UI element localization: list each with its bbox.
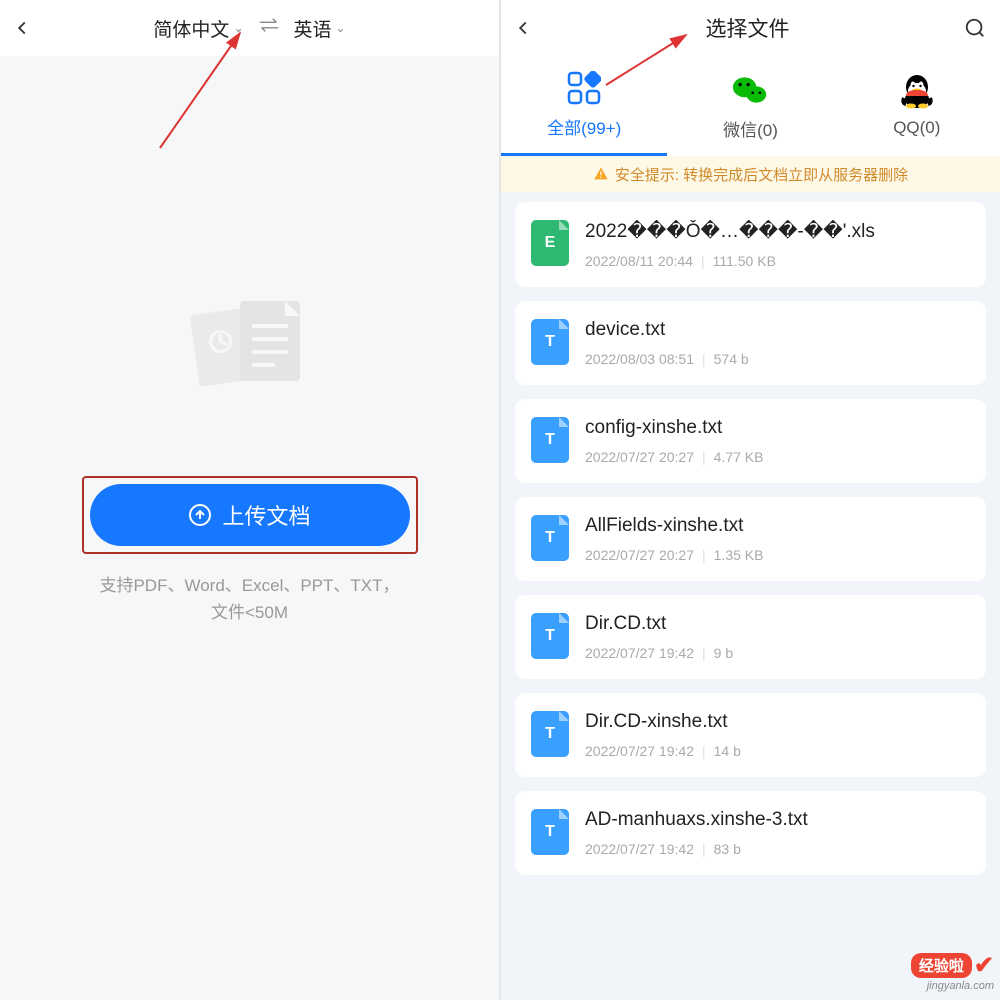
- file-item[interactable]: Tdevice.txt 2022/08/03 08:51 | 574 b: [515, 301, 986, 385]
- file-name: AD-manhuaxs.xinshe-3.txt: [585, 809, 970, 831]
- file-type-icon: T: [531, 417, 569, 463]
- file-type-icon: T: [531, 711, 569, 757]
- wechat-icon: [732, 72, 768, 108]
- file-date: 2022/07/27 19:42: [585, 841, 694, 857]
- file-name: config-xinshe.txt: [585, 417, 970, 439]
- file-item[interactable]: T Dir.CD.txt 2022/07/27 19:42 | 9 b: [515, 595, 986, 679]
- file-date: 2022/08/03 08:51: [585, 351, 694, 367]
- file-info: device.txt 2022/08/03 08:51 | 574 b: [585, 319, 970, 367]
- topbar-left: 简体中文 ⌄ 英语 ⌄: [0, 0, 499, 56]
- file-size: 111.50 KB: [713, 253, 776, 269]
- file-name: 2022���Ǒ�…���-��'.xls: [585, 220, 970, 243]
- file-date: 2022/07/27 20:27: [585, 547, 694, 563]
- file-meta: 2022/07/27 19:42 | 14 b: [585, 743, 970, 759]
- upload-hint-text: 支持PDF、Word、Excel、PPT、TXT， 文件<50M: [99, 572, 399, 626]
- file-date: 2022/07/27 19:42: [585, 645, 694, 661]
- file-item[interactable]: T AllFields-xinshe.txt 2022/07/27 20:27 | 1.…: [515, 497, 986, 581]
- upload-document-button[interactable]: 上传文档: [90, 484, 410, 546]
- file-size: 83 b: [714, 841, 741, 857]
- qq-icon: [899, 74, 935, 110]
- meta-separator: |: [702, 547, 706, 563]
- document-illustration-icon: [185, 296, 315, 406]
- warning-icon: [593, 166, 609, 182]
- file-name: Dir.CD.txt: [585, 613, 970, 635]
- file-type-icon: T: [531, 319, 569, 365]
- file-size: 574 b: [714, 351, 749, 367]
- file-info: 2022���Ǒ�…���-��'.xls 2022/08/11 20:44 | 11…: [585, 220, 970, 269]
- file-item[interactable]: T Dir.CD-xinshe.txt 2022/07/27 19:42 | 14 b: [515, 693, 986, 777]
- tab-wechat[interactable]: 微信(0): [667, 56, 833, 156]
- meta-separator: |: [702, 743, 706, 759]
- file-meta: 2022/08/11 20:44 | 111.50 KB: [585, 253, 970, 269]
- swap-languages-button[interactable]: [258, 17, 280, 39]
- file-name: AllFields-xinshe.txt: [585, 515, 970, 537]
- file-meta: 2022/07/27 20:27 | 4.77 KB: [585, 449, 970, 465]
- file-type-icon: T: [531, 809, 569, 855]
- tab-qq[interactable]: QQ(0): [834, 56, 1000, 156]
- target-language-label: 英语: [294, 15, 332, 42]
- upload-icon: [188, 503, 212, 527]
- upload-area: 上传文档 支持PDF、Word、Excel、PPT、TXT， 文件<50M: [0, 56, 499, 1000]
- chevron-down-icon: ⌄: [336, 21, 346, 35]
- file-meta: 2022/07/27 20:27 | 1.35 KB: [585, 547, 970, 563]
- file-type-icon: T: [531, 515, 569, 561]
- file-date: 2022/08/11 20:44: [585, 253, 693, 269]
- upload-button-label: 上传文档: [222, 499, 310, 531]
- file-name: device.txt: [585, 319, 970, 341]
- tab-label: 微信(0): [723, 116, 778, 141]
- file-picker-screen: 选择文件 全部(99+) 微信(0): [501, 0, 1000, 1000]
- file-type-icon: T: [531, 613, 569, 659]
- upload-highlight-box: 上传文档: [82, 476, 418, 554]
- file-size: 1.35 KB: [714, 547, 764, 563]
- file-meta: 2022/08/03 08:51 | 574 b: [585, 351, 970, 367]
- source-tabs: 全部(99+) 微信(0) QQ(0): [501, 56, 1000, 156]
- file-meta: 2022/07/27 19:42 | 9 b: [585, 645, 970, 661]
- topbar-right: 选择文件: [501, 0, 1000, 56]
- file-item[interactable]: E 2022���Ǒ�…���-��'.xls 2022/08/11 20:44 | 1…: [515, 202, 986, 287]
- back-button[interactable]: [501, 17, 545, 39]
- source-language-dropdown[interactable]: 简体中文 ⌄: [153, 15, 243, 42]
- source-language-label: 简体中文: [153, 15, 229, 42]
- file-info: AllFields-xinshe.txt 2022/07/27 20:27 | 1.3…: [585, 515, 970, 563]
- page-title: 选择文件: [545, 13, 950, 43]
- file-size: 9 b: [714, 645, 733, 661]
- file-info: Dir.CD-xinshe.txt 2022/07/27 19:42 | 14 b: [585, 711, 970, 759]
- file-info: AD-manhuaxs.xinshe-3.txt 2022/07/27 19:42…: [585, 809, 970, 857]
- translate-upload-screen: 简体中文 ⌄ 英语 ⌄: [0, 0, 499, 1000]
- tab-label: QQ(0): [893, 118, 940, 138]
- language-selector: 简体中文 ⌄ 英语 ⌄: [44, 15, 455, 42]
- meta-separator: |: [702, 449, 706, 465]
- file-size: 14 b: [714, 743, 741, 759]
- file-date: 2022/07/27 19:42: [585, 743, 694, 759]
- watermark: 经验啦 ✔ jingyanla.com: [911, 951, 994, 992]
- checkmark-icon: ✔: [974, 951, 994, 980]
- meta-separator: |: [702, 645, 706, 661]
- search-icon: [964, 17, 986, 39]
- file-meta: 2022/07/27 19:42 | 83 b: [585, 841, 970, 857]
- file-info: Dir.CD.txt 2022/07/27 19:42 | 9 b: [585, 613, 970, 661]
- meta-separator: |: [701, 253, 705, 269]
- file-info: config-xinshe.txt 2022/07/27 20:27 | 4.77 K…: [585, 417, 970, 465]
- file-name: Dir.CD-xinshe.txt: [585, 711, 970, 733]
- file-date: 2022/07/27 20:27: [585, 449, 694, 465]
- grid-icon: [566, 70, 602, 106]
- file-type-icon: E: [531, 220, 569, 266]
- tab-all[interactable]: 全部(99+): [501, 56, 667, 156]
- back-button[interactable]: [0, 17, 44, 39]
- file-item[interactable]: T AD-manhuaxs.xinshe-3.txt 2022/07/27 19:4…: [515, 791, 986, 875]
- file-size: 4.77 KB: [714, 449, 764, 465]
- tab-label: 全部(99+): [547, 114, 621, 139]
- security-banner: 安全提示: 转换完成后文档立即从服务器删除: [501, 156, 1000, 192]
- file-item[interactable]: Tconfig-xinshe.txt 2022/07/27 20:27 | 4.77 …: [515, 399, 986, 483]
- meta-separator: |: [702, 841, 706, 857]
- meta-separator: |: [702, 351, 706, 367]
- watermark-url: jingyanla.com: [911, 980, 994, 992]
- security-banner-text: 安全提示: 转换完成后文档立即从服务器删除: [615, 164, 908, 185]
- chevron-down-icon: ⌄: [233, 21, 243, 35]
- watermark-badge: 经验啦: [911, 953, 972, 978]
- file-list[interactable]: E 2022���Ǒ�…���-��'.xls 2022/08/11 20:44 | 1…: [501, 192, 1000, 1000]
- target-language-dropdown[interactable]: 英语 ⌄: [294, 15, 346, 42]
- search-button[interactable]: [950, 17, 1000, 39]
